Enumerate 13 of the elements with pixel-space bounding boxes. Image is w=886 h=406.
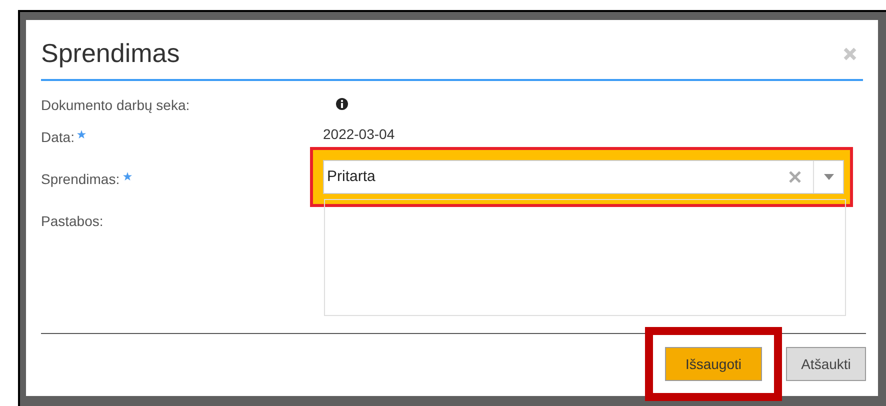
decision-select[interactable]: Pritarta (323, 160, 844, 194)
field-label: Pastabos: (41, 213, 104, 229)
info-icon[interactable] (336, 98, 348, 110)
field-label: Data: (41, 129, 74, 145)
field-label: Dokumento darbų seka: (41, 97, 190, 113)
notes-textarea[interactable] (324, 199, 846, 316)
cancel-button[interactable]: Atšaukti (786, 347, 866, 381)
save-button[interactable]: Išsaugoti (665, 347, 762, 381)
dialog-title: Sprendimas (41, 37, 180, 70)
date-value: 2022-03-04 (323, 126, 395, 142)
field-label: Sprendimas: (41, 170, 120, 186)
dropdown-caret-icon[interactable] (824, 174, 834, 180)
clear-icon[interactable] (789, 171, 801, 183)
